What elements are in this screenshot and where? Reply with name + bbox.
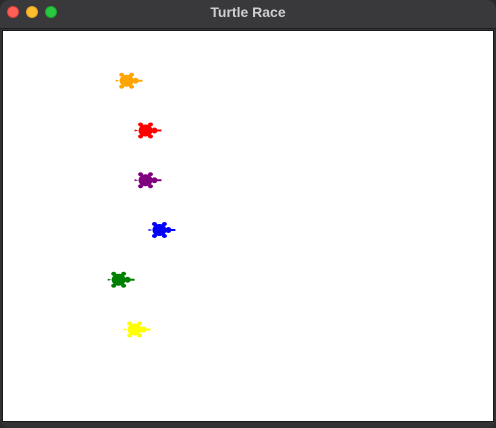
- turtle-icon: [134, 172, 162, 189]
- turtle-icon: [148, 222, 176, 238]
- turtle-icon: [115, 72, 143, 89]
- turtle-green: [107, 271, 135, 288]
- race-field: [107, 72, 176, 338]
- app-window: Turtle Race: [0, 0, 496, 428]
- turtle-icon: [123, 321, 151, 338]
- turtle-yellow: [123, 321, 151, 338]
- turtle-orange: [115, 72, 143, 89]
- turtle-icon: [107, 271, 135, 288]
- turtle-red: [134, 122, 162, 139]
- turtle-purple: [134, 172, 162, 189]
- turtle-blue: [148, 222, 176, 238]
- window-title: Turtle Race: [210, 4, 286, 20]
- turtle-canvas: [2, 30, 494, 422]
- turtle-icon: [134, 122, 162, 139]
- title-bar: Turtle Race: [0, 0, 496, 29]
